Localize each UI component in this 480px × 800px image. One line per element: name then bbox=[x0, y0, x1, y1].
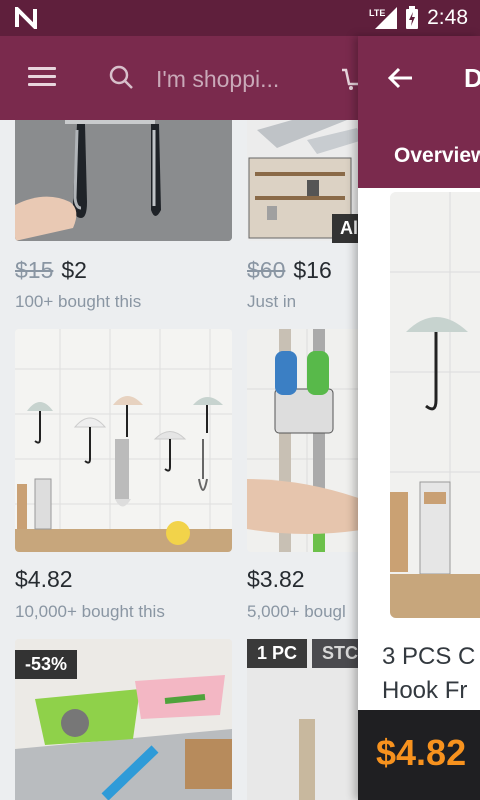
svg-text:LTE: LTE bbox=[369, 8, 385, 18]
status-time: 2:48 bbox=[427, 6, 468, 29]
battery-charging-icon bbox=[406, 6, 419, 29]
search-icon[interactable] bbox=[108, 64, 134, 90]
detail-app-bar: D bbox=[358, 36, 480, 120]
bought-count: 10,000+ bought this bbox=[15, 602, 165, 621]
bought-count: Just in bbox=[247, 292, 297, 311]
detail-price: $4.82 bbox=[376, 732, 467, 773]
product-name-line: Hook Fr bbox=[382, 677, 468, 704]
detail-price-bar: $4.82 bbox=[358, 710, 480, 800]
app-bar: I'm shoppi... bbox=[0, 36, 360, 120]
bought-count: 100+ bought this bbox=[15, 292, 142, 311]
original-price: $15 bbox=[15, 257, 54, 283]
menu-icon[interactable] bbox=[28, 67, 56, 87]
lte-signal-icon: LTE bbox=[369, 7, 398, 29]
detail-product-image[interactable] bbox=[390, 192, 480, 618]
bought-count: 5,000+ bougl bbox=[247, 602, 346, 621]
discount-badge: -53% bbox=[15, 650, 78, 679]
product-price: $60 $16 bbox=[247, 257, 332, 284]
original-price: $60 bbox=[247, 257, 286, 283]
pc-badge: 1 PC bbox=[247, 639, 308, 668]
detail-title: D bbox=[464, 63, 480, 93]
back-arrow-icon[interactable] bbox=[386, 66, 414, 90]
sale-price: $2 bbox=[61, 257, 87, 283]
product-price: $4.82 bbox=[15, 566, 73, 592]
product-name-line: 3 PCS C bbox=[382, 643, 476, 670]
product-badge: Al bbox=[332, 214, 358, 243]
product-detail-panel: D Overview 3 PCS C Hook Fr $4.82 bbox=[358, 36, 480, 800]
detail-product-name: 3 PCS C Hook Fr bbox=[382, 640, 475, 708]
tab-overview[interactable]: Overview bbox=[394, 144, 480, 168]
sale-price: $16 bbox=[293, 257, 332, 283]
notification-n-icon bbox=[15, 7, 37, 29]
stock-badge: STC bbox=[312, 639, 358, 668]
search-input[interactable]: I'm shoppi... bbox=[156, 66, 279, 93]
cart-icon[interactable] bbox=[340, 64, 360, 92]
product-image[interactable] bbox=[15, 120, 232, 241]
status-bar: LTE 2:48 bbox=[0, 0, 480, 36]
product-price: $15 $2 bbox=[15, 257, 87, 284]
product-image[interactable] bbox=[15, 329, 232, 552]
product-image[interactable] bbox=[247, 329, 358, 552]
detail-tabs: Overview bbox=[358, 120, 480, 188]
product-feed: Al $15 $2 100+ bought this $60 $16 Just in bbox=[0, 120, 358, 800]
product-price: $3.82 bbox=[247, 566, 305, 592]
